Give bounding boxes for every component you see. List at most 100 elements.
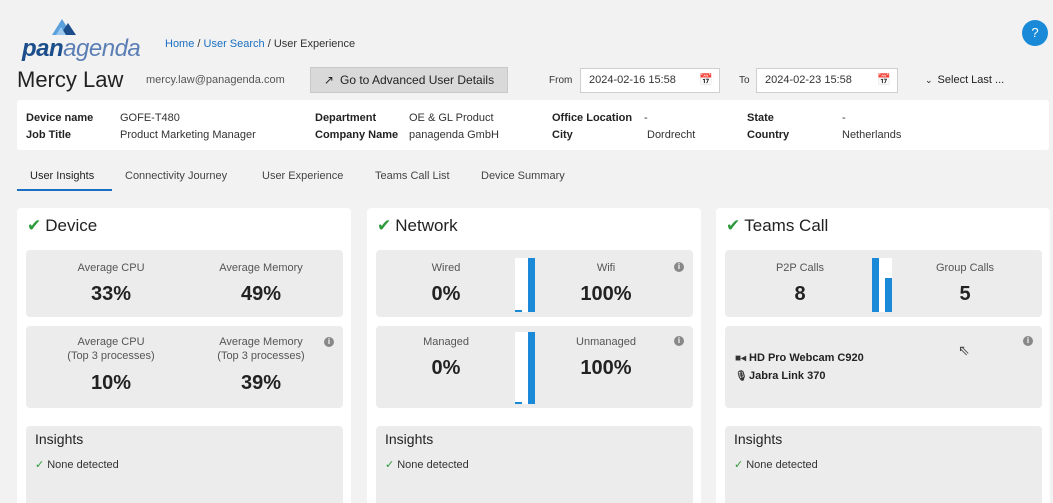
- state-value: -: [842, 112, 846, 124]
- teams-calls-tile: P2P Calls 8 Group Calls 5: [725, 250, 1042, 317]
- insights-none-text: None detected: [397, 459, 469, 471]
- managed-unmanaged-bar: [515, 332, 535, 404]
- device-top-processes-tile: Average CPU (Top 3 processes) 10% Averag…: [26, 326, 343, 408]
- device-name-value: GOFE-T480: [120, 112, 180, 124]
- select-last-dropdown[interactable]: ⌄ Select Last ...: [925, 74, 1004, 86]
- network-connection-tile: Wired 0% Wifi 100% i: [376, 250, 693, 317]
- network-insights-tile: Insights ✓ None detected: [376, 426, 693, 503]
- top-cpu-label: Average CPU: [77, 336, 145, 348]
- network-panel: ✔ Network Wired 0% Wifi 100% i Managed 0%…: [367, 208, 701, 503]
- microphone-icon: 🎙: [735, 371, 748, 382]
- tab-teams-call-list[interactable]: Teams Call List: [375, 170, 450, 182]
- select-last-label: Select Last ...: [937, 74, 1005, 86]
- top-cpu-sublabel: (Top 3 processes): [67, 350, 155, 362]
- from-date-value: 2024-02-16 15:58: [589, 74, 676, 86]
- network-panel-title: ✔ Network: [377, 216, 458, 236]
- tab-device-summary[interactable]: Device Summary: [481, 170, 565, 182]
- from-label: From: [549, 75, 573, 86]
- to-date-value: 2024-02-23 15:58: [765, 74, 852, 86]
- info-icon[interactable]: i: [1023, 336, 1033, 346]
- breadcrumb-home[interactable]: Home: [165, 38, 194, 50]
- insights-none-detected: ✓ None detected: [385, 458, 469, 471]
- tab-user-experience[interactable]: User Experience: [262, 170, 343, 182]
- tab-bar: User Insights Connectivity Journey User …: [17, 162, 617, 192]
- job-title-label: Job Title: [26, 129, 72, 141]
- tab-user-insights[interactable]: User Insights: [30, 170, 94, 182]
- insights-none-text: None detected: [47, 459, 119, 471]
- check-icon: ✓: [734, 459, 744, 471]
- insights-none-detected: ✓ None detected: [35, 458, 119, 471]
- teams-insights-tile: Insights ✓ None detected: [725, 426, 1042, 503]
- country-label: Country: [747, 129, 790, 141]
- unmanaged-label: Unmanaged: [576, 336, 636, 348]
- info-icon[interactable]: i: [324, 337, 334, 347]
- city-value: Dordrecht: [647, 129, 696, 141]
- camera-icon: ■◂: [735, 353, 747, 364]
- network-managed-tile: Managed 0% Unmanaged 100% i: [376, 326, 693, 408]
- insights-title: Insights: [35, 431, 84, 447]
- device-panel: ✔ Device Average CPU 33% Average Memory 4…: [17, 208, 351, 503]
- p2p-calls-label: P2P Calls: [775, 262, 825, 274]
- check-icon: ✔: [377, 216, 392, 235]
- network-panel-title-text: Network: [395, 216, 458, 235]
- insights-none-detected: ✓ None detected: [734, 458, 818, 471]
- camera-name: HD Pro Webcam C920: [749, 352, 864, 364]
- teams-call-panel: ✔ Teams Call P2P Calls 8 Group Calls 5 ■◂…: [716, 208, 1050, 503]
- wired-label: Wired: [431, 262, 461, 274]
- group-bar-fill: [885, 278, 892, 312]
- wired-wifi-bar: [515, 258, 535, 312]
- avg-memory-label: Average Memory: [219, 262, 303, 274]
- insights-title: Insights: [385, 431, 434, 447]
- wifi-bar-fill: [528, 258, 535, 312]
- job-title-value: Product Marketing Manager: [120, 129, 256, 141]
- unmanaged-value: 100%: [580, 357, 632, 379]
- device-panel-title-text: Device: [45, 216, 98, 235]
- device-insights-tile: Insights ✓ None detected: [26, 426, 343, 503]
- teams-devices-tile: ■◂ HD Pro Webcam C920 🎙Jabra Link 370 i: [725, 326, 1042, 408]
- avg-memory-value: 49%: [240, 283, 282, 305]
- avg-cpu-label: Average CPU: [77, 262, 145, 274]
- wifi-label: Wifi: [596, 262, 616, 274]
- teams-call-panel-title: ✔ Teams Call: [726, 216, 828, 236]
- group-calls-value: 5: [959, 283, 971, 305]
- country-value: Netherlands: [842, 129, 902, 141]
- office-location-label: Office Location: [552, 112, 633, 124]
- advanced-user-details-button[interactable]: ↗ Go to Advanced User Details: [310, 67, 508, 93]
- mouse-cursor-icon: ⇖: [958, 342, 970, 358]
- company-name-label: Company Name: [315, 129, 399, 141]
- info-icon[interactable]: i: [674, 336, 684, 346]
- device-averages-tile: Average CPU 33% Average Memory 49%: [26, 250, 343, 317]
- check-icon: ✔: [27, 216, 42, 235]
- info-icon[interactable]: i: [674, 262, 684, 272]
- logo-text-bold: pan: [22, 35, 64, 62]
- calendar-icon[interactable]: 📅: [877, 69, 891, 92]
- logo-mark-icon: [52, 19, 76, 35]
- to-date-input[interactable]: 2024-02-23 15:58 📅: [756, 68, 898, 93]
- top-memory-sublabel: (Top 3 processes): [217, 350, 305, 362]
- check-icon: ✓: [385, 459, 395, 471]
- state-label: State: [747, 112, 774, 124]
- top-memory-label: Average Memory: [219, 336, 303, 348]
- managed-value: 0%: [431, 357, 461, 379]
- managed-bar-fill: [515, 402, 522, 404]
- breadcrumb-current: User Experience: [273, 38, 356, 50]
- user-name: Mercy Law: [17, 67, 124, 92]
- office-location-value: -: [644, 112, 648, 124]
- unmanaged-bar-fill: [528, 332, 535, 404]
- avg-cpu-value: 33%: [90, 283, 132, 305]
- insights-none-text: None detected: [746, 459, 818, 471]
- calendar-icon[interactable]: 📅: [699, 69, 713, 92]
- advanced-user-details-label: Go to Advanced User Details: [339, 73, 495, 87]
- wired-bar-fill: [515, 310, 522, 312]
- camera-line: ■◂ HD Pro Webcam C920: [735, 352, 864, 364]
- p2p-bar-fill: [872, 258, 879, 312]
- active-tab-indicator: [17, 189, 112, 191]
- breadcrumb-user-search[interactable]: User Search: [204, 38, 265, 50]
- external-link-icon: ↗: [323, 73, 334, 87]
- from-date-input[interactable]: 2024-02-16 15:58 📅: [580, 68, 720, 93]
- p2p-calls-value: 8: [794, 283, 806, 305]
- tab-connectivity-journey[interactable]: Connectivity Journey: [125, 170, 227, 182]
- help-button[interactable]: ?: [1022, 20, 1048, 46]
- city-label: City: [552, 129, 573, 141]
- panagenda-logo[interactable]: panagenda: [22, 17, 142, 62]
